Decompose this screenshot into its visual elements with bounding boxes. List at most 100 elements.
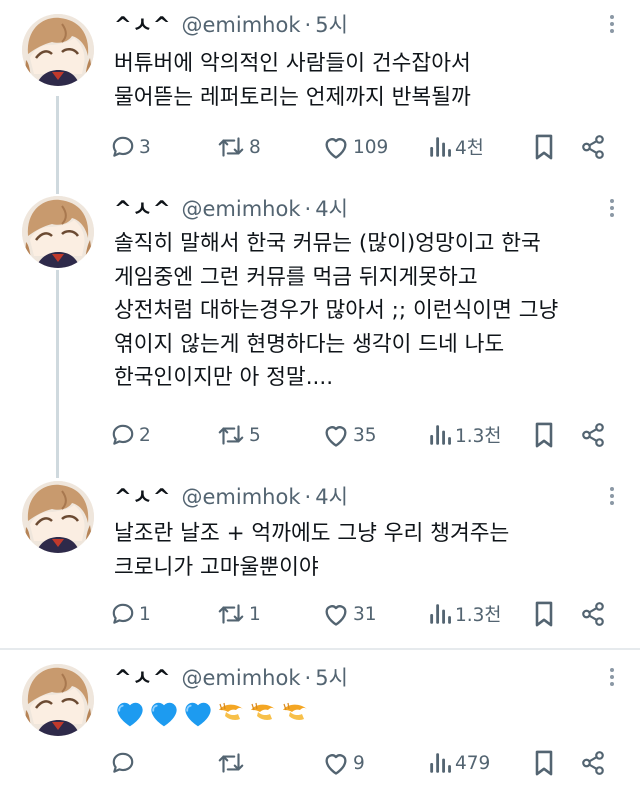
tweet-text-line: 날조란 날조 + 억까에도 그냥 우리 챙겨주는 [114, 521, 510, 546]
timestamp[interactable]: 5시 [315, 666, 348, 690]
like-icon [322, 601, 350, 627]
share-button[interactable] [580, 599, 606, 629]
like-icon [322, 422, 350, 448]
retweet-button[interactable]: 8 [216, 132, 261, 162]
blue-heart-emoji [148, 698, 180, 732]
shrimp-emoji [216, 701, 246, 729]
handle[interactable]: @emimhok [182, 485, 301, 509]
like-button[interactable]: 109 [322, 132, 388, 162]
tweet-text: 버튜버에 악의적인 사람들이 건수잡아서 물어뜯는 레퍼토리는 언제까지 반복될… [114, 47, 620, 114]
retweet-count: 5 [249, 424, 261, 446]
views-icon [428, 422, 452, 448]
display-name[interactable]: ^ㅅ^ [114, 485, 172, 509]
handle[interactable]: @emimhok [182, 13, 301, 37]
bookmark-icon [532, 133, 556, 161]
timestamp[interactable]: 4시 [315, 485, 348, 509]
tweet[interactable]: ^ㅅ^ @emimhok · 4시 날조란 날조 + 억까에도 그냥 우리 챙겨주는 … [0, 475, 640, 647]
views-count: 479 [455, 752, 491, 774]
views-button[interactable]: 479 [428, 748, 490, 778]
display-name[interactable]: ^ㅅ^ [114, 13, 172, 37]
like-button[interactable]: 35 [322, 420, 377, 450]
share-button[interactable] [580, 420, 606, 450]
reply-count: 2 [139, 424, 151, 446]
bookmark-icon [532, 600, 556, 628]
avatar[interactable] [22, 196, 94, 268]
tweet-header: ^ㅅ^ @emimhok · 5시 [114, 662, 348, 692]
more-options-icon[interactable] [606, 662, 618, 692]
emoji-row [114, 700, 310, 730]
views-icon [428, 134, 452, 160]
separator-dot: · [304, 197, 312, 221]
handle[interactable]: @emimhok [182, 197, 301, 221]
tweet-text-line: 버튜버에 악의적인 사람들이 건수잡아서 [114, 51, 471, 76]
bookmark-button[interactable] [532, 420, 556, 450]
retweet-button[interactable] [216, 748, 249, 778]
action-bar: 9 479 [110, 748, 610, 778]
more-options-icon[interactable] [606, 481, 618, 511]
action-bar: 2 5 35 1.3천 [110, 420, 610, 450]
retweet-icon [216, 134, 246, 160]
views-icon [428, 750, 452, 776]
like-count: 9 [353, 752, 365, 774]
views-count: 4천 [455, 138, 484, 159]
display-name[interactable]: ^ㅅ^ [114, 666, 172, 690]
tweet-text: 날조란 날조 + 억까에도 그냥 우리 챙겨주는 크로니가 고마울뿐이야 [114, 517, 620, 584]
bookmark-button[interactable] [532, 599, 556, 629]
tweet-header: ^ㅅ^ @emimhok · 4시 [114, 193, 348, 223]
share-button[interactable] [580, 132, 606, 162]
share-icon [580, 601, 606, 627]
views-count: 1.3천 [455, 605, 502, 626]
bookmark-icon [532, 749, 556, 777]
tweet[interactable]: ^ㅅ^ @emimhok · 5시 9 479 [0, 650, 640, 799]
more-options-icon[interactable] [606, 193, 618, 223]
reply-count: 3 [139, 136, 151, 158]
like-icon [322, 134, 350, 160]
tweet-text-line: 솔직히 말해서 한국 커뮤는 (많이)엉망이고 한국 [114, 231, 541, 256]
shrimp-emoji [280, 701, 310, 729]
bookmark-button[interactable] [532, 132, 556, 162]
reply-button[interactable]: 3 [110, 132, 151, 162]
tweet-text-line: 한국인이지만 아 정말.... [114, 365, 334, 390]
tweet-text-line: 게임중엔 그런 커뮤를 먹금 뒤지게못하고 [114, 264, 478, 290]
bookmark-icon [532, 421, 556, 449]
avatar[interactable] [22, 481, 94, 553]
tweet[interactable]: ^ㅅ^ @emimhok · 5시 버튜버에 악의적인 사람들이 건수잡아서 물어뜯는… [0, 0, 640, 190]
retweet-count: 1 [249, 603, 261, 625]
views-button[interactable]: 1.3천 [428, 420, 501, 450]
retweet-icon [216, 750, 246, 776]
avatar[interactable] [22, 664, 94, 736]
like-icon [322, 750, 350, 776]
like-count: 35 [353, 424, 377, 446]
bookmark-button[interactable] [532, 748, 556, 778]
timestamp[interactable]: 5시 [315, 13, 348, 37]
share-icon [580, 134, 606, 160]
share-icon [580, 422, 606, 448]
more-options-icon[interactable] [606, 9, 618, 39]
views-icon [428, 601, 452, 627]
like-button[interactable]: 31 [322, 599, 377, 629]
reply-button[interactable] [110, 748, 139, 778]
reply-button[interactable]: 2 [110, 420, 151, 450]
share-button[interactable] [580, 748, 606, 778]
blue-heart-emoji [182, 698, 214, 732]
timestamp[interactable]: 4시 [315, 197, 348, 221]
avatar[interactable] [22, 14, 94, 86]
retweet-count: 8 [249, 136, 261, 158]
tweet-text-line: 엮이지 않는게 현명하다는 생각이 드네 나도 [114, 331, 505, 357]
reply-button[interactable]: 1 [110, 599, 151, 629]
retweet-button[interactable]: 5 [216, 420, 261, 450]
views-button[interactable]: 1.3천 [428, 599, 501, 629]
retweet-button[interactable]: 1 [216, 599, 261, 629]
reply-icon [110, 134, 136, 160]
tweet[interactable]: ^ㅅ^ @emimhok · 4시 솔직히 말해서 한국 커뮤는 (많이)엉망이고 한… [0, 190, 640, 475]
tweet-text: 솔직히 말해서 한국 커뮤는 (많이)엉망이고 한국 게임중엔 그런 커뮤를 먹… [114, 227, 620, 395]
views-count: 1.3천 [455, 426, 502, 447]
handle[interactable]: @emimhok [182, 666, 301, 690]
views-button[interactable]: 4천 [428, 132, 484, 162]
reply-icon [110, 750, 136, 776]
blue-heart-emoji [114, 698, 146, 732]
share-icon [580, 750, 606, 776]
like-button[interactable]: 9 [322, 748, 365, 778]
tweet-header: ^ㅅ^ @emimhok · 4시 [114, 481, 348, 511]
display-name[interactable]: ^ㅅ^ [114, 197, 172, 221]
